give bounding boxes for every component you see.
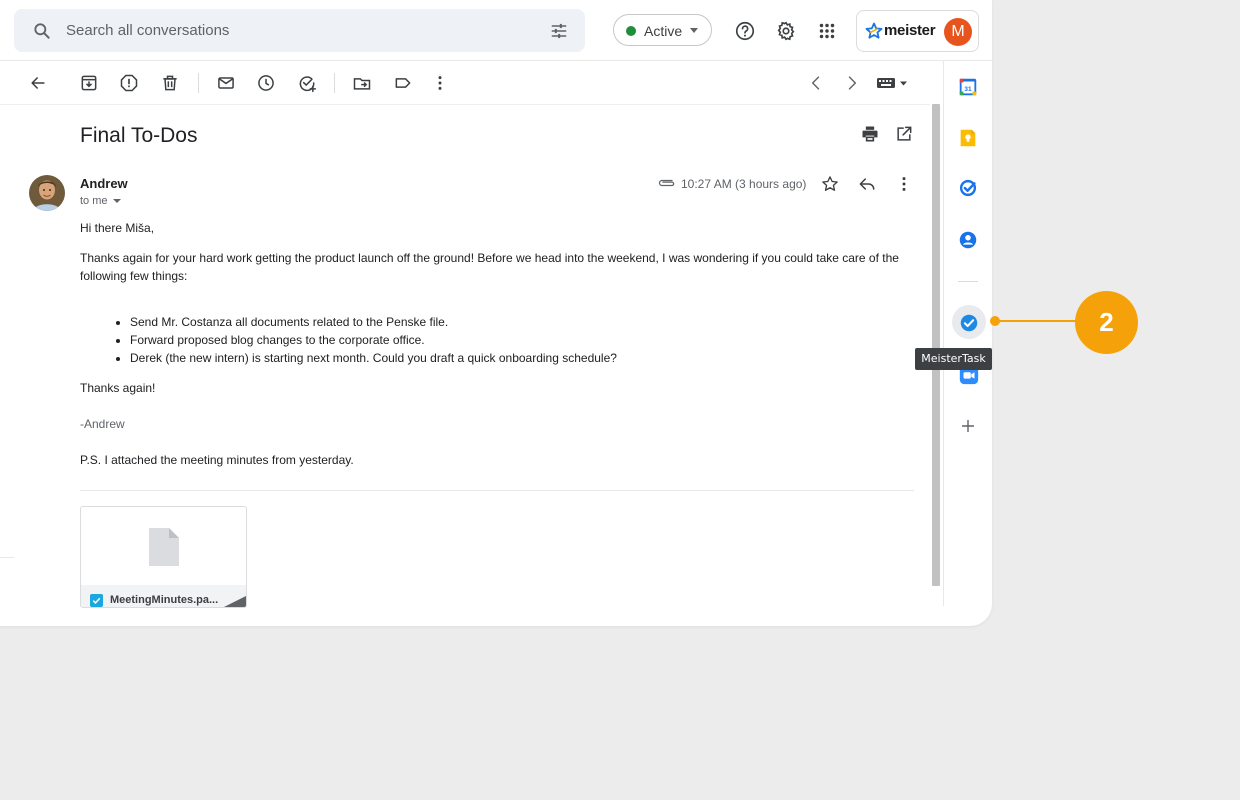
todo-list: Send Mr. Costanza all documents related … (80, 313, 910, 367)
message-view: Final To-Dos Andrew to me 10:27 AM (3 ho… (0, 105, 930, 608)
snooze-clock-icon[interactable] (256, 73, 276, 93)
add-addon-icon[interactable] (960, 418, 976, 434)
toolbar-divider (198, 73, 199, 93)
email-subject: Final To-Dos (80, 124, 198, 147)
callout-badge: 2 (1075, 291, 1138, 354)
brand-name: meister (884, 22, 936, 39)
file-icon (149, 528, 179, 566)
sender-name: Andrew (80, 176, 128, 191)
keep-notes-icon[interactable] (957, 127, 979, 149)
apps-grid-icon[interactable] (816, 20, 838, 42)
sender-avatar[interactable] (29, 175, 65, 211)
meister-logo-icon (865, 22, 883, 39)
list-item: Forward proposed blog changes to the cor… (130, 331, 910, 349)
search-bar[interactable]: Search all conversations (14, 9, 585, 52)
svg-text:31: 31 (964, 86, 972, 93)
email-ps: P.S. I attached the meeting minutes from… (80, 453, 354, 467)
meistertask-icon (960, 314, 978, 332)
reply-icon[interactable] (857, 174, 877, 194)
scrollbar-thumb[interactable] (932, 104, 940, 586)
star-icon[interactable] (820, 174, 840, 194)
attachment-card[interactable]: MeetingMinutes.pa... (80, 506, 247, 608)
callout-line (996, 320, 1076, 322)
message-toolbar (0, 61, 942, 105)
tasks-icon[interactable] (957, 177, 979, 199)
callout-dot (990, 316, 1000, 326)
add-task-icon[interactable] (297, 73, 317, 93)
help-icon[interactable] (734, 20, 756, 42)
meistertask-file-icon (90, 594, 103, 607)
email-thanks: Thanks again! (80, 381, 156, 395)
email-paragraph: Thanks again for your hard work getting … (80, 251, 899, 283)
more-vert-icon[interactable] (430, 73, 450, 93)
side-panel-divider (958, 281, 978, 282)
left-panel-edge (0, 557, 14, 558)
attachment-corner-fold (224, 596, 246, 607)
email-signature: -Andrew (80, 417, 125, 431)
toolbar-divider (334, 73, 335, 93)
trash-icon[interactable] (160, 73, 180, 93)
status-dropdown[interactable]: Active (613, 14, 712, 46)
attachment-filename: MeetingMinutes.pa... (110, 594, 219, 606)
recipient-label: to me (80, 195, 108, 207)
email-timestamp: 10:27 AM (3 hours ago) (681, 177, 807, 191)
mark-unread-icon[interactable] (216, 73, 236, 93)
account-chip[interactable]: meister M (856, 10, 979, 52)
chevron-down-icon (690, 28, 698, 33)
sender-photo (29, 175, 65, 211)
avatar[interactable]: M (944, 18, 972, 46)
more-vert-icon[interactable] (894, 174, 914, 194)
recipient-details[interactable]: to me (80, 195, 121, 207)
email-greeting: Hi there Miša, (80, 221, 155, 235)
label-icon[interactable] (393, 73, 413, 93)
move-to-folder-icon[interactable] (352, 73, 372, 93)
meistertask-tooltip: MeisterTask (915, 348, 992, 370)
chevron-right-icon[interactable] (842, 73, 862, 93)
calendar-icon[interactable]: 31 (957, 76, 979, 98)
open-in-new-window-icon[interactable] (894, 124, 914, 144)
back-arrow-icon[interactable] (28, 73, 48, 93)
search-input[interactable]: Search all conversations (66, 22, 229, 39)
attachment-divider (80, 490, 914, 491)
attachment-paperclip-icon (658, 179, 675, 187)
chevron-left-icon[interactable] (806, 73, 826, 93)
contacts-icon[interactable] (957, 229, 979, 251)
archive-icon[interactable] (79, 73, 99, 93)
status-label: Active (644, 23, 683, 39)
gear-icon[interactable] (775, 20, 797, 42)
top-bar: Search all conversations Active meister … (0, 0, 992, 61)
gmail-window: Search all conversations Active meister … (0, 0, 992, 626)
list-item: Send Mr. Costanza all documents related … (130, 313, 910, 331)
email-body: Hi there Miša, Thanks again for your har… (80, 219, 910, 469)
keyboard-icon[interactable] (876, 73, 908, 93)
status-dot (626, 26, 636, 36)
list-item: Derek (the new intern) is starting next … (130, 349, 910, 367)
search-options-icon[interactable] (549, 21, 569, 41)
chevron-down-icon (112, 199, 121, 204)
print-icon[interactable] (860, 124, 880, 144)
report-spam-icon[interactable] (119, 73, 139, 93)
search-icon[interactable] (32, 21, 52, 41)
